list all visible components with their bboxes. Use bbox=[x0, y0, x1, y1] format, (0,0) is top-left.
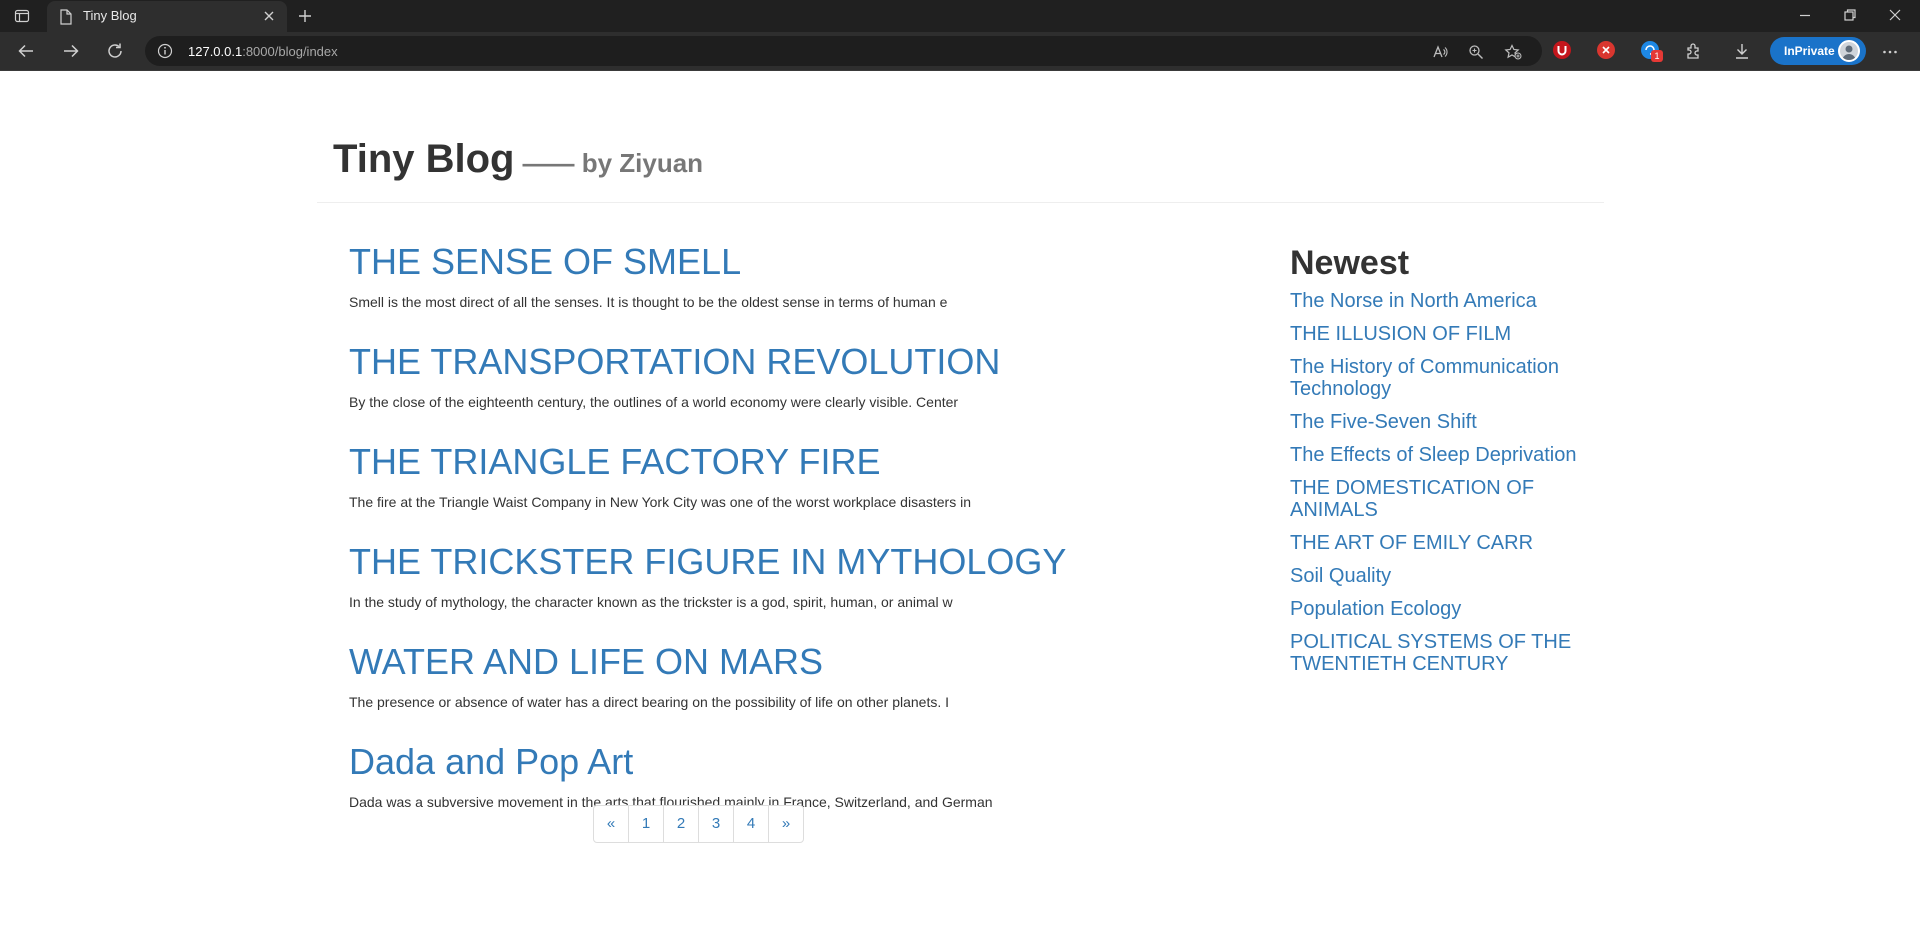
site-title: Tiny Blog —— by Ziyuan bbox=[333, 137, 703, 182]
tab-bar: Tiny Blog bbox=[0, 0, 1920, 32]
newest-item: The Effects of Sleep Deprivation bbox=[1290, 444, 1590, 466]
pagination-page-4[interactable]: 4 bbox=[733, 805, 769, 843]
site-info-icon[interactable] bbox=[157, 43, 173, 64]
newest-item: POLITICAL SYSTEMS OF THE TWENTIETH CENTU… bbox=[1290, 631, 1590, 675]
newest-item: THE DOMESTICATION OF ANIMALS bbox=[1290, 477, 1590, 521]
post-excerpt: The presence or absence of water has a d… bbox=[349, 694, 950, 710]
pagination-prev[interactable]: « bbox=[593, 805, 629, 843]
newest-item: The History of Communication Technology bbox=[1290, 356, 1590, 400]
blog-subtitle: —— by Ziyuan bbox=[522, 148, 704, 178]
ublock-extension-icon[interactable] bbox=[1553, 41, 1571, 59]
post-excerpt: The fire at the Triangle Waist Company i… bbox=[349, 494, 971, 510]
new-tab-icon[interactable] bbox=[297, 8, 313, 29]
newest-list: The Norse in North America THE ILLUSION … bbox=[1290, 290, 1590, 675]
tab-actions-icon[interactable] bbox=[14, 8, 30, 24]
inprivate-label: InPrivate bbox=[1784, 44, 1835, 58]
newest-link[interactable]: THE DOMESTICATION OF ANIMALS bbox=[1290, 477, 1590, 521]
newest-item: The Norse in North America bbox=[1290, 290, 1590, 312]
read-aloud-icon[interactable] bbox=[1432, 44, 1448, 65]
newest-link[interactable]: POLITICAL SYSTEMS OF THE TWENTIETH CENTU… bbox=[1290, 631, 1590, 675]
minimize-icon[interactable] bbox=[1798, 8, 1812, 27]
post-list: THE SENSE OF SMELL Smell is the most dir… bbox=[349, 240, 1149, 840]
post-excerpt: In the study of mythology, the character… bbox=[349, 594, 953, 610]
sidebar-title: Newest bbox=[1290, 244, 1410, 282]
post-title-link[interactable]: THE TRANSPORTATION REVOLUTION bbox=[349, 340, 1149, 384]
pagination-page-2[interactable]: 2 bbox=[663, 805, 699, 843]
post-item: THE TRIANGLE FACTORY FIRE The fire at th… bbox=[349, 440, 1149, 540]
post-item: THE TRANSPORTATION REVOLUTION By the clo… bbox=[349, 340, 1149, 440]
url-path: :8000/blog/index bbox=[242, 44, 338, 59]
newest-item: Population Ecology bbox=[1290, 598, 1590, 620]
url-host: 127.0.0.1 bbox=[188, 44, 243, 59]
more-options-icon[interactable] bbox=[1882, 44, 1898, 65]
tab-title: Tiny Blog bbox=[83, 8, 137, 23]
post-item: THE SENSE OF SMELL Smell is the most dir… bbox=[349, 240, 1149, 340]
back-icon[interactable] bbox=[17, 42, 35, 65]
page-icon bbox=[59, 9, 73, 30]
extension-badge: 1 bbox=[1651, 50, 1663, 62]
newest-item: THE ILLUSION OF FILM bbox=[1290, 323, 1590, 345]
pagination-page-1[interactable]: 1 bbox=[628, 805, 664, 843]
restore-icon[interactable] bbox=[1843, 8, 1857, 27]
address-bar[interactable]: 127.0.0.1:8000/blog/index bbox=[145, 36, 1542, 66]
newest-link[interactable]: THE ART OF EMILY CARR bbox=[1290, 532, 1590, 554]
forward-icon[interactable] bbox=[62, 42, 80, 65]
newest-link[interactable]: The History of Communication Technology bbox=[1290, 356, 1590, 400]
inprivate-button[interactable]: InPrivate bbox=[1770, 37, 1866, 65]
close-tab-icon[interactable] bbox=[262, 9, 276, 28]
post-title-link[interactable]: THE TRIANGLE FACTORY FIRE bbox=[349, 440, 1149, 484]
blog-name: Tiny Blog bbox=[333, 137, 515, 181]
extension-blue-icon[interactable]: 1 bbox=[1641, 41, 1663, 62]
pagination-next[interactable]: » bbox=[768, 805, 804, 843]
browser-tab-active[interactable]: Tiny Blog bbox=[47, 1, 287, 32]
refresh-icon[interactable] bbox=[106, 42, 124, 65]
pagination-page-3[interactable]: 3 bbox=[698, 805, 734, 843]
newest-link[interactable]: The Norse in North America bbox=[1290, 290, 1590, 312]
navigation-bar: 127.0.0.1:8000/blog/index 1 InPrivate bbox=[0, 32, 1920, 71]
post-excerpt: By the close of the eighteenth century, … bbox=[349, 394, 959, 410]
newest-link[interactable]: Population Ecology bbox=[1290, 598, 1590, 620]
post-title-link[interactable]: WATER AND LIFE ON MARS bbox=[349, 640, 1149, 684]
newest-link[interactable]: The Effects of Sleep Deprivation bbox=[1290, 444, 1590, 466]
newest-item: The Five-Seven Shift bbox=[1290, 411, 1590, 433]
newest-link[interactable]: The Five-Seven Shift bbox=[1290, 411, 1590, 433]
newest-link[interactable]: Soil Quality bbox=[1290, 565, 1590, 587]
add-favorite-icon[interactable] bbox=[1504, 44, 1522, 65]
close-window-icon[interactable] bbox=[1888, 8, 1902, 27]
post-title-link[interactable]: Dada and Pop Art bbox=[349, 740, 1149, 784]
url-text[interactable]: 127.0.0.1:8000/blog/index bbox=[188, 44, 338, 59]
zoom-icon[interactable] bbox=[1468, 44, 1484, 65]
post-title-link[interactable]: THE TRICKSTER FIGURE IN MYTHOLOGY bbox=[349, 540, 1149, 584]
extensions-puzzle-icon[interactable] bbox=[1685, 42, 1703, 65]
newest-item: Soil Quality bbox=[1290, 565, 1590, 587]
post-item: THE TRICKSTER FIGURE IN MYTHOLOGY In the… bbox=[349, 540, 1149, 640]
downloads-icon[interactable] bbox=[1733, 42, 1751, 65]
newest-link[interactable]: THE ILLUSION OF FILM bbox=[1290, 323, 1590, 345]
pagination: « 1 2 3 4 » bbox=[593, 805, 804, 843]
newest-item: THE ART OF EMILY CARR bbox=[1290, 532, 1590, 554]
page-header: Tiny Blog —— by Ziyuan bbox=[317, 120, 1604, 203]
post-item: WATER AND LIFE ON MARS The presence or a… bbox=[349, 640, 1149, 740]
newest-sidebar: Newest The Norse in North America THE IL… bbox=[1290, 242, 1590, 686]
post-excerpt: Smell is the most direct of all the sens… bbox=[349, 294, 948, 310]
profile-avatar bbox=[1838, 40, 1860, 62]
post-title-link[interactable]: THE SENSE OF SMELL bbox=[349, 240, 1149, 284]
extension-red-icon[interactable] bbox=[1597, 41, 1615, 59]
